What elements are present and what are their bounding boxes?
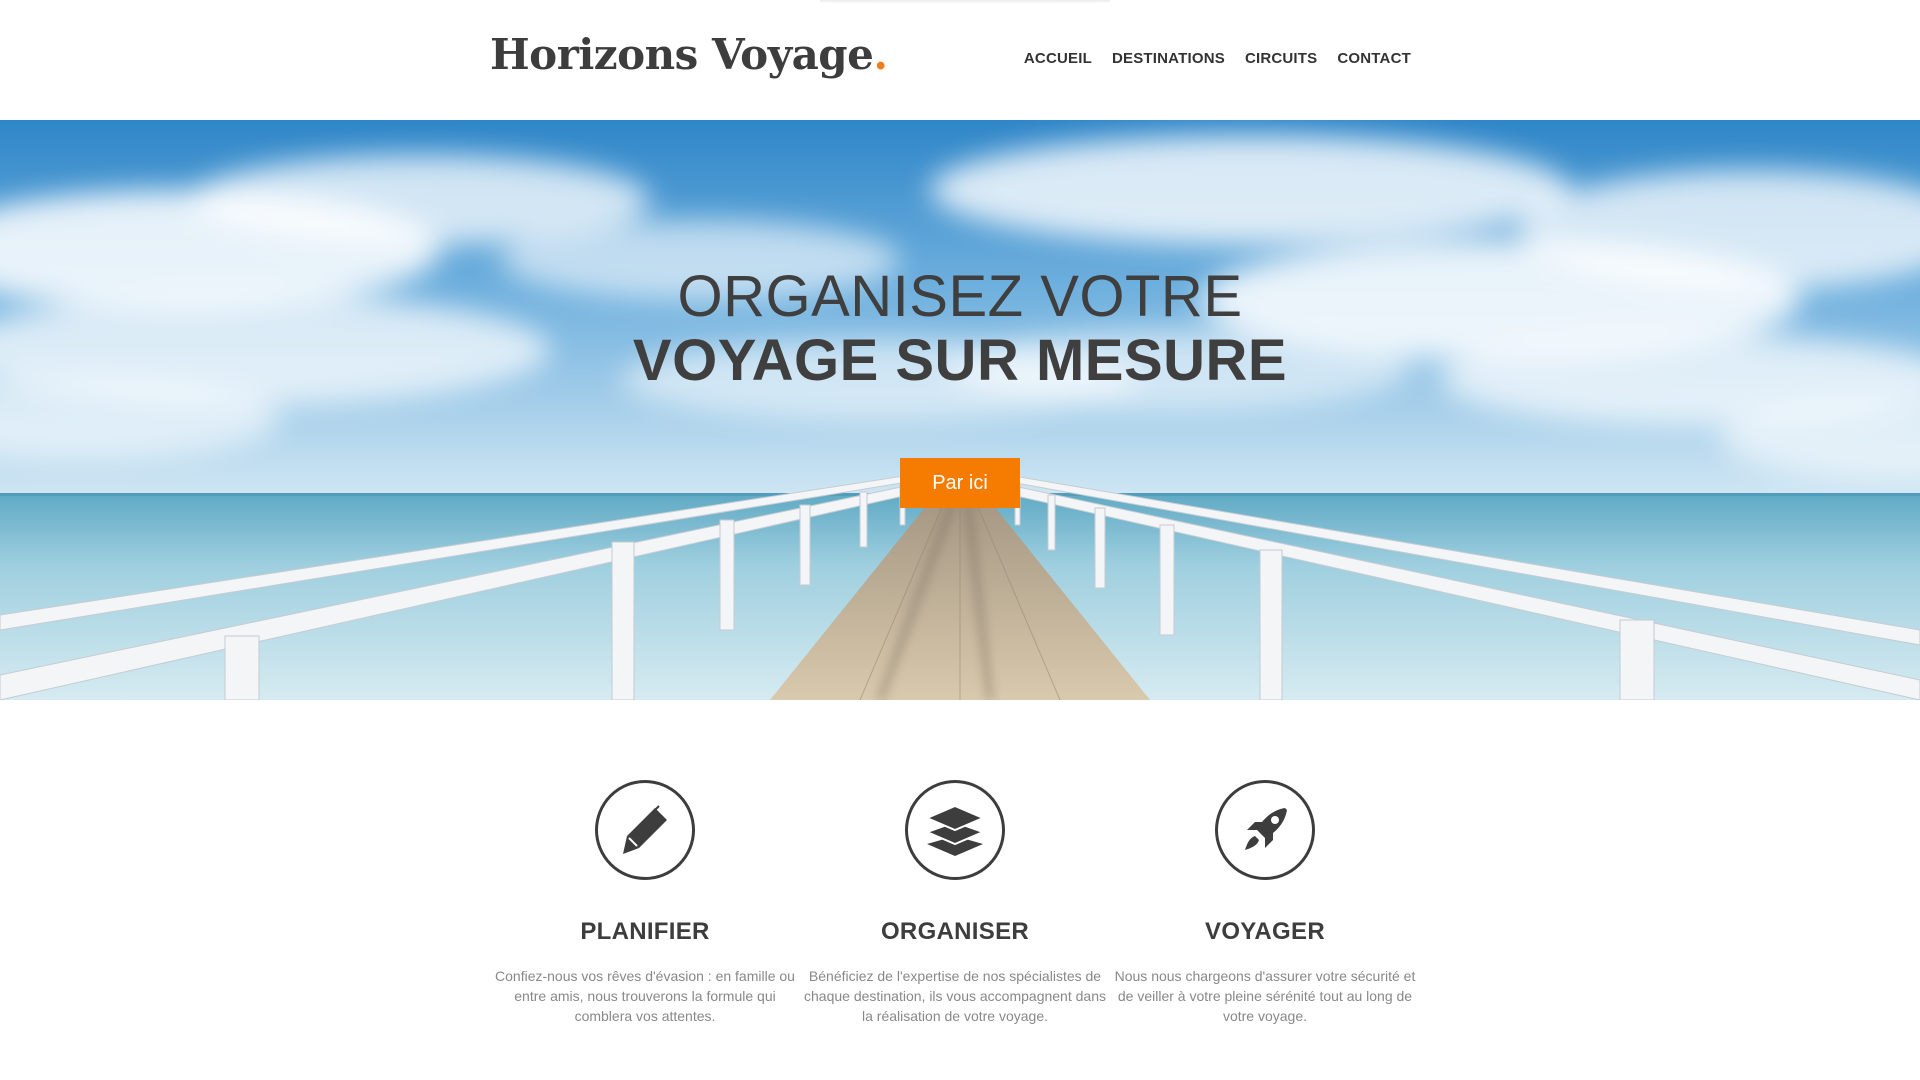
nav-item-accueil[interactable]: ACCUEIL bbox=[1024, 50, 1092, 67]
cta-button[interactable]: Par ici bbox=[900, 458, 1020, 508]
header-shadow bbox=[820, 0, 1110, 4]
rocket-icon bbox=[1215, 780, 1315, 880]
feature-description: Nous nous chargeons d'assurer votre sécu… bbox=[1114, 968, 1416, 1024]
hero-headline-line1: ORGANISEZ VOTRE bbox=[677, 264, 1243, 329]
nav-item-contact[interactable]: CONTACT bbox=[1337, 50, 1411, 67]
feature-title: ORGANISER bbox=[880, 918, 1030, 945]
feature-voyager: VOYAGER Nous nous chargeons d'assurer vo… bbox=[1110, 780, 1420, 1026]
pen-icon bbox=[595, 780, 695, 880]
logo-text: Horizons Voyage bbox=[490, 30, 874, 79]
features-section: PLANIFIER Confiez-nous vos rêves d'évasi… bbox=[490, 780, 1420, 1026]
feature-organiser: ORGANISER Bénéficiez de l'expertise de n… bbox=[800, 780, 1110, 1026]
feature-title: VOYAGER bbox=[1205, 918, 1325, 945]
nav-item-circuits[interactable]: CIRCUITS bbox=[1245, 50, 1317, 67]
feature-description: Confiez-nous vos rêves d'évasion : en fa… bbox=[495, 968, 795, 1024]
layers-icon bbox=[905, 780, 1005, 880]
nav-item-destinations[interactable]: DESTINATIONS bbox=[1112, 50, 1225, 67]
main-nav: ACCUEIL DESTINATIONS CIRCUITS CONTACT bbox=[1024, 50, 1411, 67]
feature-description: Bénéficiez de l'expertise de nos spécial… bbox=[804, 968, 1106, 1024]
feature-planifier: PLANIFIER Confiez-nous vos rêves d'évasi… bbox=[490, 780, 800, 1026]
hero-headline-line2: VOYAGE SUR MESURE bbox=[632, 328, 1288, 393]
hero-banner: ORGANISEZ VOTRE VOYAGE SUR MESURE Par ic… bbox=[0, 120, 1920, 700]
logo-dot: . bbox=[873, 30, 888, 79]
hero-headline: ORGANISEZ VOTRE VOYAGE SUR MESURE bbox=[0, 265, 1920, 393]
hero-background-image bbox=[0, 120, 1920, 700]
site-logo[interactable]: Horizons Voyage. bbox=[490, 30, 888, 79]
site-header: Horizons Voyage. ACCUEIL DESTINATIONS CI… bbox=[0, 0, 1920, 120]
feature-title: PLANIFIER bbox=[580, 918, 710, 945]
